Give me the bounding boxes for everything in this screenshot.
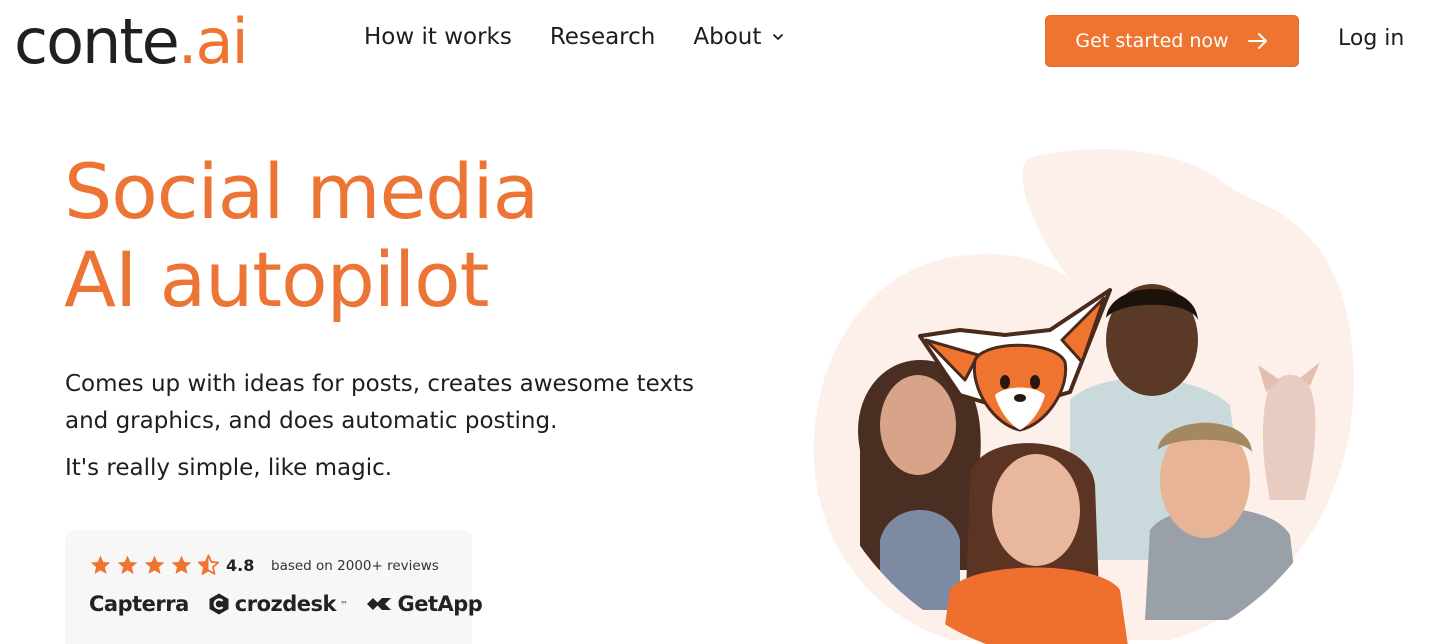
hero-headline: Social media AI autopilot <box>64 147 539 324</box>
hero-tagline: It's really simple, like magic. <box>65 455 393 481</box>
capterra-label: Capterra <box>89 592 189 616</box>
nav-how-it-works[interactable]: How it works <box>364 24 512 50</box>
trademark-mark: ™ <box>339 599 348 609</box>
hero-description: Comes up with ideas for posts, creates a… <box>65 371 694 434</box>
headline-line-1: Social media <box>64 147 539 236</box>
brand-logo-accent: .ai <box>177 5 249 78</box>
arrow-right-icon <box>1247 33 1267 49</box>
brand-logo-main: conte <box>14 5 180 78</box>
getapp-label: GetApp <box>397 592 483 616</box>
star-icon <box>144 555 165 575</box>
nav-label: How it works <box>364 24 512 50</box>
log-in-link[interactable]: Log in <box>1338 26 1404 51</box>
star-icon <box>171 555 192 575</box>
star-icon <box>117 555 138 575</box>
reviews-card: 4.8 based on 2000+ reviews Capterra croz… <box>65 530 483 644</box>
star-rating <box>89 554 220 577</box>
nav-label: Research <box>549 24 656 50</box>
capterra-logo[interactable]: Capterra <box>89 592 189 616</box>
getapp-logo-icon <box>367 598 392 610</box>
get-started-label: Get started now <box>1075 30 1229 52</box>
brand-logo[interactable]: conte.ai <box>14 4 249 80</box>
star-half-icon <box>197 554 220 575</box>
chevron-down-icon <box>773 34 784 40</box>
nav-about[interactable]: About <box>693 24 785 50</box>
star-icon <box>90 555 111 575</box>
review-platforms: Capterra crozdesk ™ GetApp <box>89 592 483 616</box>
crozdesk-logo[interactable]: crozdesk ™ <box>207 592 348 616</box>
crozdesk-logo-icon <box>209 593 229 615</box>
nav-research[interactable]: Research <box>550 24 656 50</box>
main-nav: How it works Research About <box>364 24 785 50</box>
headline-line-2: AI autopilot <box>64 235 489 324</box>
get-started-button[interactable]: Get started now <box>1045 15 1299 67</box>
rating-value: 4.8 <box>226 556 255 575</box>
getapp-logo[interactable]: GetApp <box>365 592 483 616</box>
reviews-count: based on 2000+ reviews <box>271 558 439 574</box>
crozdesk-label: crozdesk <box>234 592 337 616</box>
nav-label: About <box>693 24 762 50</box>
hero-illustration <box>813 149 1354 644</box>
